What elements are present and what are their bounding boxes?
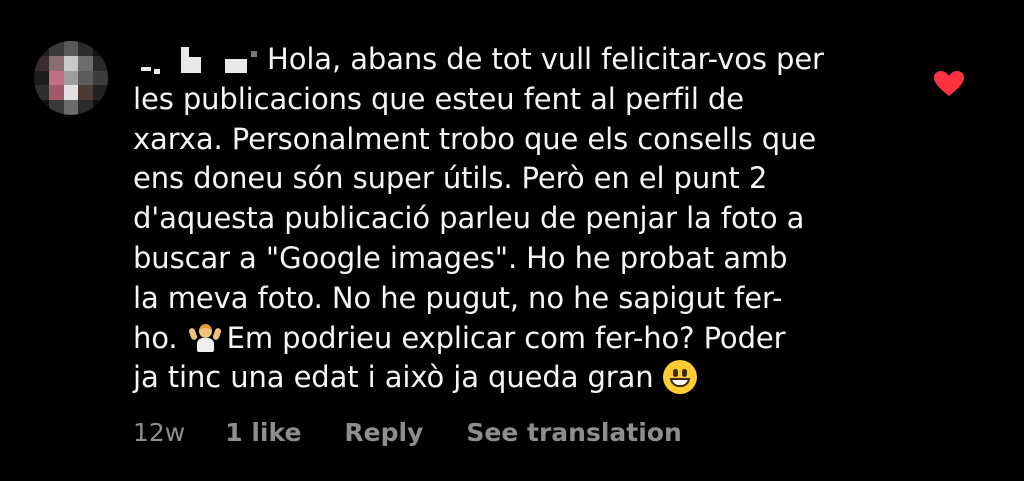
comment-line-7: la meva foto. No he pugut, no he sapigut… bbox=[133, 280, 783, 315]
comment-meta: 12w 1 like Reply See translation bbox=[133, 415, 725, 449]
comment: Hola, abans de tot vull felicitar-vos pe… bbox=[0, 0, 1024, 481]
see-translation-button[interactable]: See translation bbox=[466, 418, 681, 447]
comment-line-2: les publicacions que esteu fent al perfi… bbox=[133, 81, 744, 116]
reply-button[interactable]: Reply bbox=[344, 418, 423, 447]
comment-line-6: buscar a "Google images". Ho he probat a… bbox=[133, 240, 788, 275]
person-shrugging-icon bbox=[187, 322, 222, 352]
comment-text: Hola, abans de tot vull felicitar-vos pe… bbox=[133, 40, 933, 398]
comment-line-text: Hola, abans de tot vull felicitar-vos pe… bbox=[267, 42, 824, 76]
comment-line-text: ho. bbox=[133, 320, 178, 355]
comment-line-5: d'aquesta publicació parleu de penjar la… bbox=[133, 201, 805, 236]
comment-timestamp: 12w bbox=[133, 417, 186, 447]
avatar[interactable] bbox=[34, 41, 108, 115]
comment-line-text: Em podrieu explicar com fer-ho? Poder bbox=[226, 320, 786, 355]
comment-line-3: xarxa. Personalment trobo que els consel… bbox=[133, 121, 817, 156]
comment-line-text: ja tinc una edat i això ja queda gran bbox=[133, 360, 654, 395]
redacted-username[interactable] bbox=[133, 45, 263, 75]
comment-line-4: ens doneu són super útils. Però en el pu… bbox=[133, 161, 768, 196]
likes-count-button[interactable]: 1 like bbox=[225, 418, 301, 447]
like-heart-icon[interactable] bbox=[933, 70, 965, 98]
comment-line-1: Hola, abans de tot vull felicitar-vos pe… bbox=[133, 40, 933, 80]
comment-line-8: ho. Em podrieu explicar com fer-ho? Pode… bbox=[133, 319, 933, 359]
grinning-face-icon bbox=[662, 360, 697, 395]
comment-line-9: ja tinc una edat i això ja queda gran bbox=[133, 358, 933, 398]
